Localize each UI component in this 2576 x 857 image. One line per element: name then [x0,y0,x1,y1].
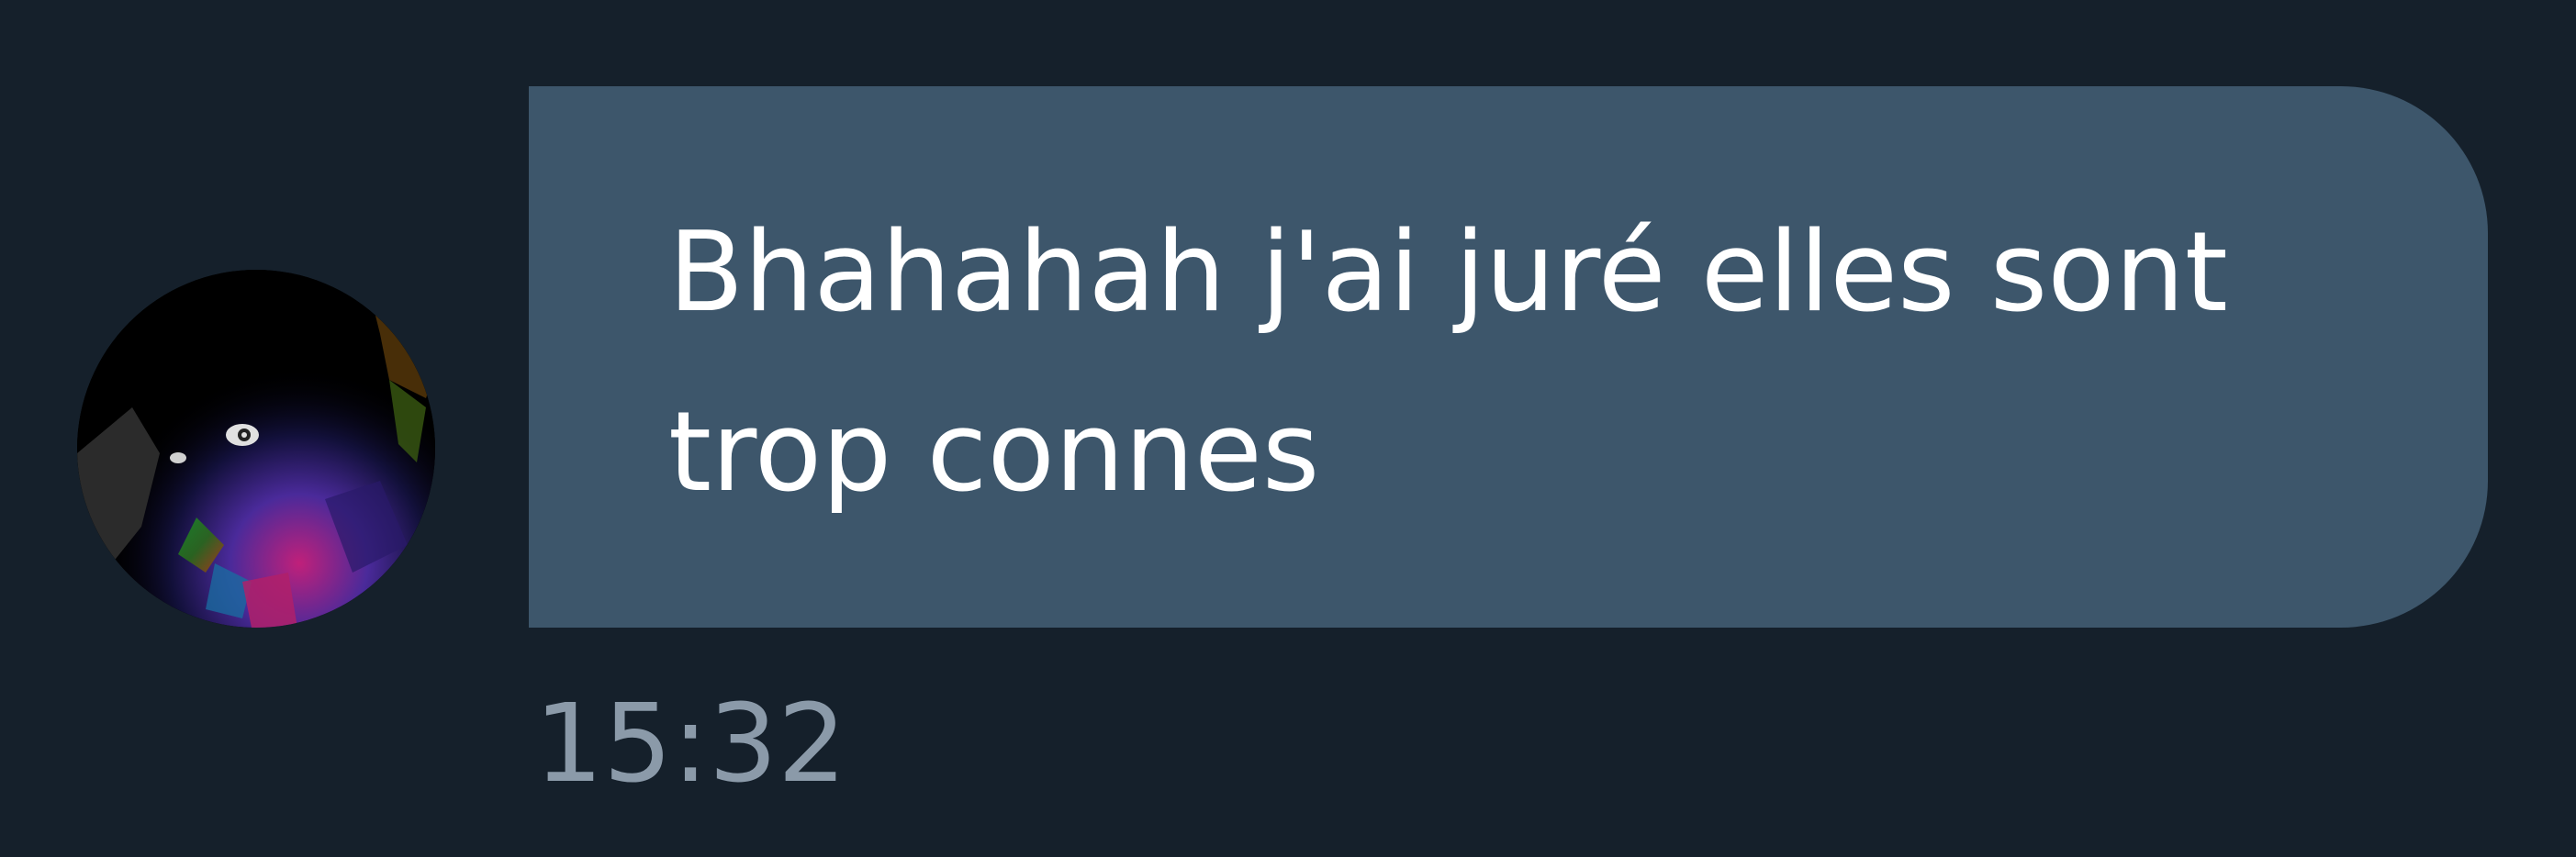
dm-conversation: Bhahahah j'ai juré elles sont trop conne… [0,0,2576,857]
avatar-image-icon [77,270,435,628]
sender-avatar[interactable] [77,270,435,628]
message-text: Bhahahah j'ai juré elles sont trop conne… [668,209,2228,517]
message-timestamp: 15:32 [534,680,847,807]
message-bubble[interactable]: Bhahahah j'ai juré elles sont trop conne… [529,86,2488,628]
